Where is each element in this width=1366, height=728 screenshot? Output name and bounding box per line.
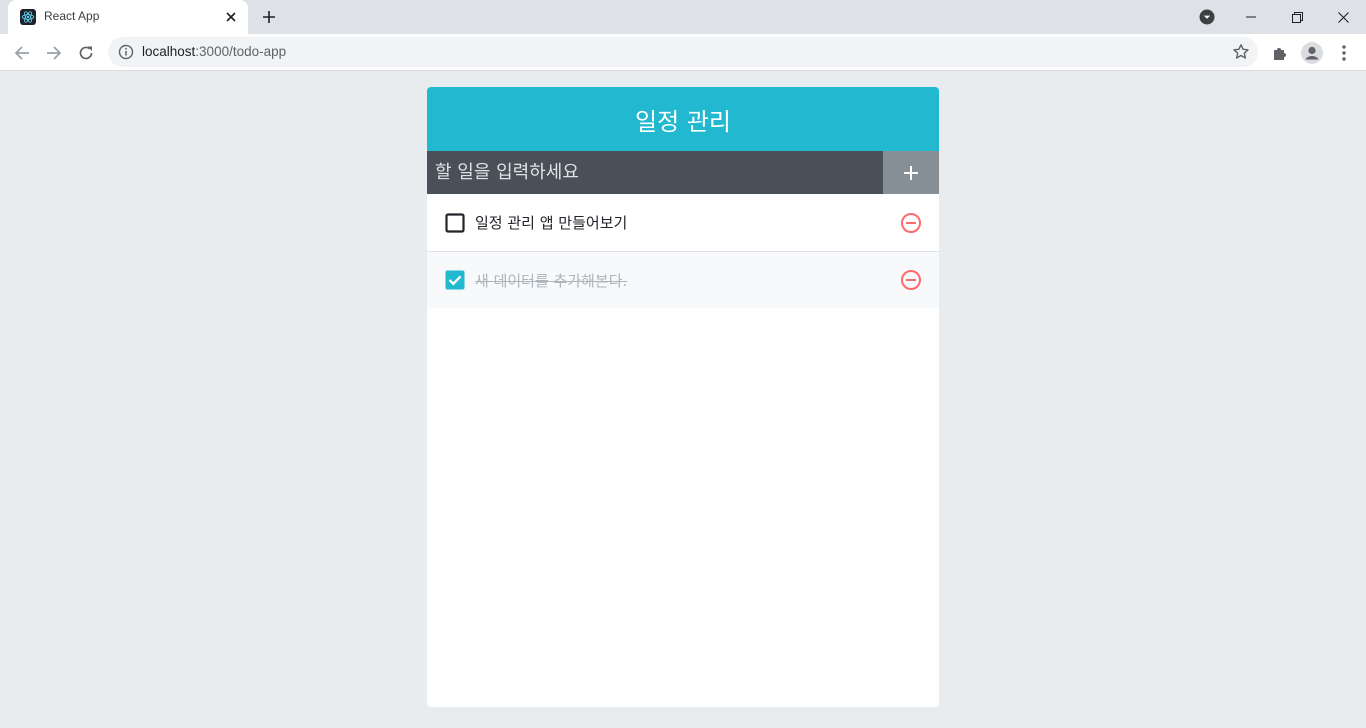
todo-list-item: 일정 관리 앱 만들어보기 [427,194,939,251]
minus-circle-icon [901,212,921,233]
account-icon [1301,42,1323,64]
todo-insert-form [427,151,939,194]
browser-tab[interactable]: React App [8,0,248,34]
todo-checkbox[interactable]: 일정 관리 앱 만들어보기 [443,211,899,235]
plus-icon [263,11,275,23]
todo-input[interactable] [427,151,883,194]
chevron-down-circle-icon [1199,9,1215,25]
extensions-button[interactable] [1268,41,1292,65]
close-icon [1337,11,1349,23]
remove-todo-button[interactable] [899,211,923,235]
remove-todo-button[interactable] [899,268,923,292]
arrow-right-icon [47,46,62,60]
tab-search-button[interactable] [1194,0,1220,34]
app-title: 일정 관리 [427,87,939,151]
checkbox-blank-icon [443,211,467,235]
restore-icon [1291,11,1303,23]
checkbox-checked-icon [443,268,467,292]
puzzle-icon [1274,48,1286,60]
arrow-left-icon [14,46,29,60]
kebab-menu-icon [1342,45,1346,61]
url-path: :3000/todo-app [195,44,287,59]
plus-icon [904,165,918,180]
window-close-button[interactable] [1320,0,1366,34]
todo-list-item: 새 데이터를 추가해본다. [427,251,939,308]
todo-checkbox[interactable]: 새 데이터를 추가해본다. [443,268,899,292]
minimize-icon [1246,16,1256,18]
minus-circle-icon [901,270,921,290]
browser-menu-button[interactable] [1332,41,1356,65]
restore-button[interactable] [1274,0,1320,34]
tab-title: React App [44,9,100,23]
forward-button[interactable] [41,40,67,66]
address-bar[interactable]: localhost:3000/todo-app [108,37,1258,67]
info-icon[interactable] [118,44,134,60]
browser-tab-bar: React App [0,0,1366,34]
todo-list: 일정 관리 앱 만들어보기 새 데이터를 추가해본다. [427,194,939,308]
new-tab-button[interactable] [258,6,280,28]
todo-text: 새 데이터를 추가해본다. [475,271,628,290]
reload-button[interactable] [73,40,99,66]
close-icon[interactable] [222,8,240,26]
minimize-button[interactable] [1228,0,1274,34]
reload-icon [79,46,93,60]
star-icon[interactable] [1232,43,1250,61]
address-url: localhost:3000/todo-app [142,44,286,59]
todo-text: 일정 관리 앱 만들어보기 [475,214,628,232]
react-logo-icon [20,9,36,25]
todo-template: 일정 관리 일정 관리 앱 만들어보기 [427,87,939,707]
url-host: localhost [142,44,196,59]
browser-toolbar: localhost:3000/todo-app [0,34,1366,71]
profile-button[interactable] [1300,41,1324,65]
add-todo-button[interactable] [883,151,939,194]
back-button[interactable] [9,40,35,66]
